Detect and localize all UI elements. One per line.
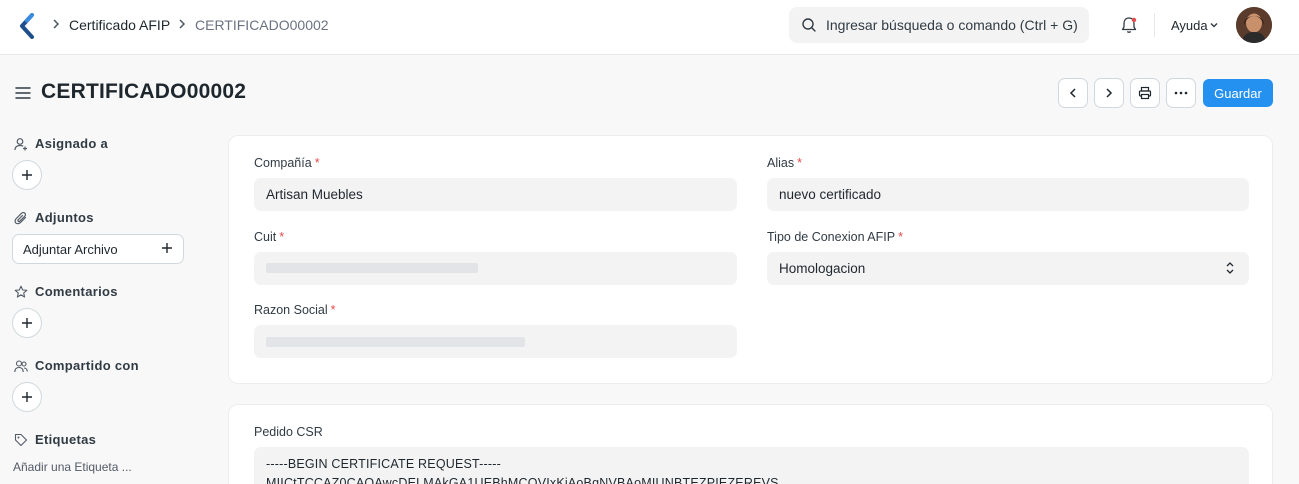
plus-icon: [22, 318, 32, 328]
printer-icon: [1138, 86, 1152, 100]
search-icon: [802, 18, 816, 32]
razon-field-label: Razon Social *: [254, 303, 336, 317]
search-input[interactable]: Ingresar búsqueda o comando (Ctrl + G): [789, 7, 1089, 43]
connection-value: Homologacion: [779, 261, 866, 276]
star-icon: [14, 285, 28, 298]
breadcrumb-doctype[interactable]: Certificado AFIP: [69, 17, 170, 33]
company-input[interactable]: Artisan Muebles: [254, 178, 737, 211]
required-mark: *: [330, 303, 336, 317]
razon-redacted-value: [266, 337, 525, 347]
chevron-left-icon: [1069, 88, 1076, 98]
chevron-right-icon: [1106, 88, 1113, 98]
connection-label-text: Tipo de Conexion AFIP: [767, 230, 896, 244]
add-comment-button[interactable]: [12, 308, 42, 338]
sidebar-assigned-heading: Asignado a: [14, 136, 108, 151]
print-button[interactable]: [1130, 78, 1160, 108]
user-avatar[interactable]: [1236, 7, 1272, 43]
alias-field-label: Alias *: [767, 156, 802, 170]
attach-file-label: Adjuntar Archivo: [23, 242, 118, 257]
ellipsis-icon: [1174, 91, 1188, 95]
connection-field-label: Tipo de Conexion AFIP *: [767, 230, 903, 244]
tag-icon: [14, 433, 28, 446]
required-mark: *: [314, 156, 320, 170]
csr-textarea[interactable]: -----BEGIN CERTIFICATE REQUEST----- MIIC…: [254, 447, 1249, 484]
alias-input[interactable]: nuevo certificado: [767, 178, 1249, 211]
help-menu[interactable]: Ayuda: [1171, 18, 1208, 33]
add-tag-link[interactable]: Añadir una Etiqueta ...: [13, 460, 132, 474]
app-logo-icon[interactable]: [18, 13, 36, 39]
plus-icon: [22, 392, 32, 402]
company-value: Artisan Muebles: [266, 187, 363, 202]
previous-document-button[interactable]: [1058, 78, 1088, 108]
cuit-label-text: Cuit: [254, 230, 277, 244]
select-arrows-icon: [1226, 262, 1234, 274]
cuit-redacted-value: [266, 263, 478, 273]
sidebar-shared-heading: Compartido con: [14, 358, 139, 373]
user-plus-icon: [14, 137, 27, 150]
plus-icon: [22, 170, 32, 180]
cuit-field-label: Cuit *: [254, 230, 284, 244]
sidebar-tags-label: Etiquetas: [35, 432, 97, 447]
breadcrumb-document[interactable]: CERTIFICADO00002: [195, 17, 329, 33]
add-share-button[interactable]: [12, 382, 42, 412]
alias-value: nuevo certificado: [779, 187, 882, 202]
chevron-right-icon: [53, 19, 60, 29]
more-actions-button[interactable]: [1166, 78, 1196, 108]
alias-label-text: Alias: [767, 156, 795, 170]
sidebar-toggle-icon[interactable]: [15, 86, 31, 100]
add-assignee-button[interactable]: [12, 160, 42, 190]
navbar-divider: [1154, 13, 1155, 37]
page-title: CERTIFICADO00002: [41, 80, 247, 103]
csr-line: -----BEGIN CERTIFICATE REQUEST-----: [266, 457, 501, 471]
connection-select[interactable]: Homologacion: [767, 252, 1249, 285]
sidebar-shared-label: Compartido con: [35, 358, 139, 373]
company-field-label: Compañía *: [254, 156, 320, 170]
sidebar-assigned-label: Asignado a: [35, 136, 109, 151]
sidebar-comments-label: Comentarios: [35, 284, 118, 299]
razon-input[interactable]: [254, 325, 737, 358]
chevron-down-icon[interactable]: [1209, 20, 1219, 30]
attach-file-button[interactable]: Adjuntar Archivo: [12, 234, 184, 264]
plus-icon: [162, 243, 172, 253]
csr-line: MIICtTCCAZ0CAQAwcDELMAkGA1UEBhMCQVIxKjAo…: [266, 476, 779, 484]
sidebar-attachments-label: Adjuntos: [35, 210, 94, 225]
notification-bell-icon[interactable]: [1119, 15, 1139, 35]
sidebar-attachments-heading: Adjuntos: [14, 210, 94, 225]
next-document-button[interactable]: [1094, 78, 1124, 108]
company-label-text: Compañía: [254, 156, 312, 170]
navbar: Certificado AFIP CERTIFICADO00002 Ingres…: [0, 0, 1299, 55]
razon-label-text: Razon Social: [254, 303, 328, 317]
user-photo: [1236, 7, 1272, 43]
required-mark: *: [279, 230, 285, 244]
users-icon: [14, 359, 28, 372]
csr-card: Pedido CSR -----BEGIN CERTIFICATE REQUES…: [228, 404, 1273, 484]
cuit-input[interactable]: [254, 252, 737, 285]
required-mark: *: [898, 230, 903, 244]
sidebar-comments-heading: Comentarios: [14, 284, 118, 299]
csr-label: Pedido CSR: [254, 425, 323, 439]
sidebar-tags-heading: Etiquetas: [14, 432, 96, 447]
chevron-right-icon: [179, 19, 186, 29]
search-placeholder: Ingresar búsqueda o comando (Ctrl + G): [826, 17, 1078, 33]
form-card: Compañía * Artisan Muebles Alias * nuevo c…: [228, 135, 1273, 384]
save-button[interactable]: Guardar: [1203, 79, 1273, 107]
required-mark: *: [797, 156, 802, 170]
paperclip-icon: [14, 211, 27, 224]
